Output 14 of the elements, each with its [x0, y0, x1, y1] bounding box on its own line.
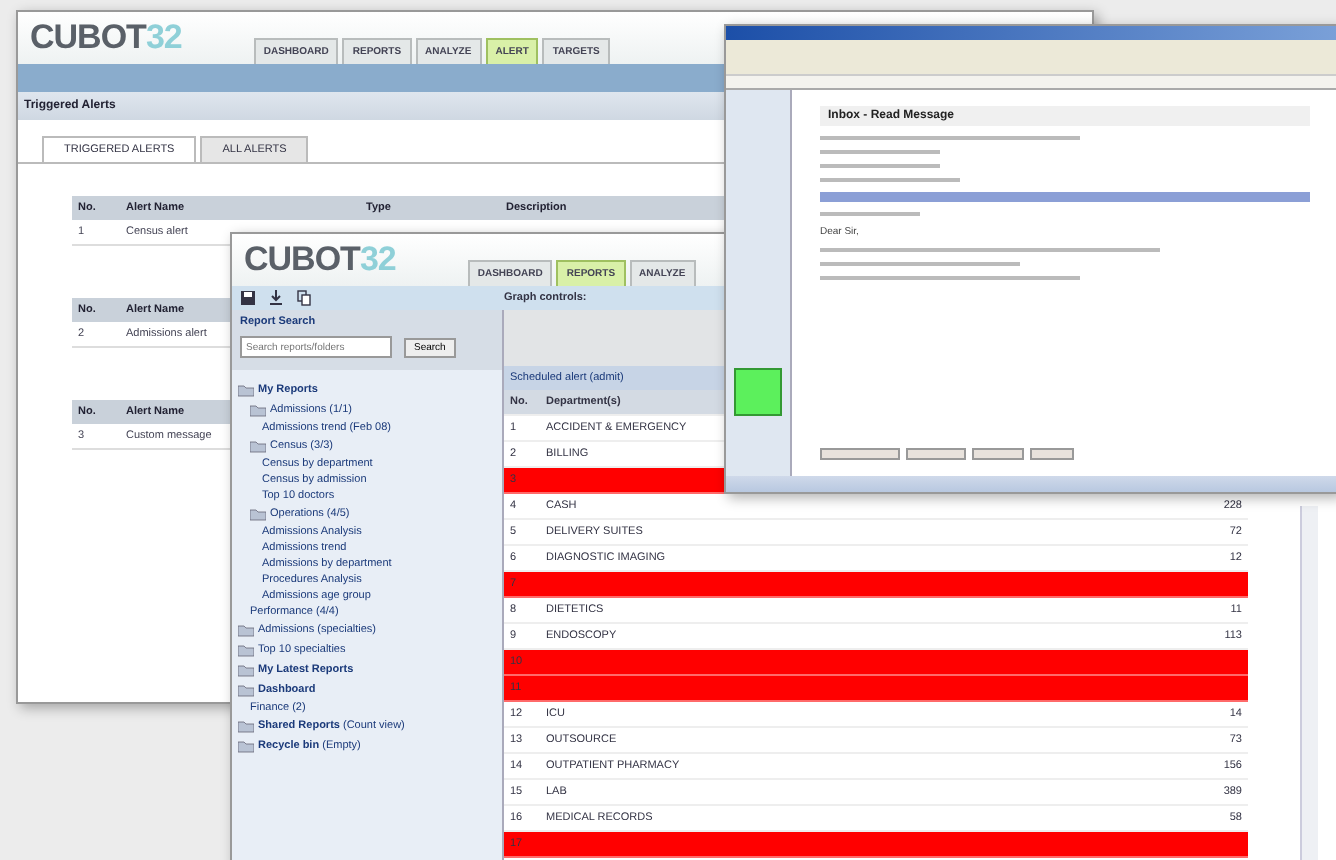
address-bar[interactable] [726, 76, 1336, 90]
copy-icon[interactable] [296, 290, 312, 306]
folder-icon [250, 438, 266, 454]
logo: CUBOT32 [30, 18, 182, 58]
scrollbar[interactable] [1300, 506, 1318, 860]
button[interactable] [1030, 448, 1074, 460]
button[interactable] [820, 448, 900, 460]
save-icon[interactable] [240, 290, 256, 306]
download-icon[interactable] [268, 290, 284, 306]
logo: CUBOT32 [244, 240, 396, 280]
button[interactable] [906, 448, 966, 460]
folder-icon [250, 506, 266, 522]
status-panel [734, 368, 782, 416]
button[interactable] [972, 448, 1024, 460]
